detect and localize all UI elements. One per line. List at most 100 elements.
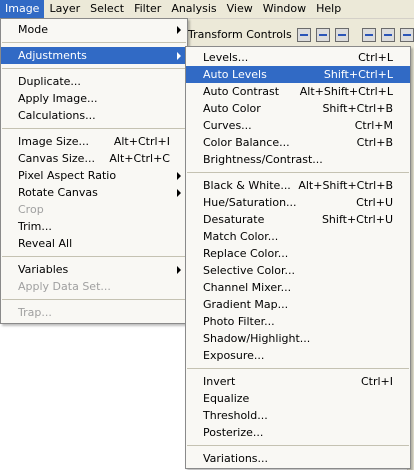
menubar-select[interactable]: Select bbox=[85, 0, 129, 18]
transform-controls-label[interactable]: Transform Controls bbox=[188, 28, 292, 41]
menubar-view[interactable]: View bbox=[222, 0, 258, 18]
menubar-filter[interactable]: Filter bbox=[129, 0, 166, 18]
menu-item-label: Equalize bbox=[203, 392, 250, 405]
menu-item-brightness-contrast[interactable]: Brightness/Contrast... bbox=[186, 151, 410, 168]
align-horizontal-center-icon[interactable] bbox=[381, 28, 395, 42]
menu-item-threshold[interactable]: Threshold... bbox=[186, 407, 410, 424]
submenu-arrow-icon bbox=[177, 52, 181, 60]
menu-item-label: Rotate Canvas bbox=[18, 186, 98, 199]
menu-separator bbox=[187, 445, 409, 446]
menu-item-photo-filter[interactable]: Photo Filter... bbox=[186, 313, 410, 330]
menu-item-label: Color Balance... bbox=[203, 136, 290, 149]
menu-separator bbox=[2, 299, 186, 300]
menubar-window[interactable]: Window bbox=[258, 0, 311, 18]
menu-item-auto-color[interactable]: Auto Color Shift+Ctrl+B bbox=[186, 100, 410, 117]
menu-item-trap: Trap... bbox=[1, 304, 187, 321]
menu-item-equalize[interactable]: Equalize bbox=[186, 390, 410, 407]
menu-item-label: Canvas Size... bbox=[18, 152, 95, 165]
menu-item-label: Image Size... bbox=[18, 135, 90, 148]
menu-item-pixel-aspect-ratio[interactable]: Pixel Aspect Ratio bbox=[1, 167, 187, 184]
menu-bar: Image Layer Select Filter Analysis View Window… bbox=[0, 0, 414, 19]
menu-item-label: Trap... bbox=[18, 306, 52, 319]
menu-item-hue-saturation[interactable]: Hue/Saturation... Ctrl+U bbox=[186, 194, 410, 211]
menu-item-label: Apply Data Set... bbox=[18, 280, 111, 293]
menu-item-desaturate[interactable]: Desaturate Shift+Ctrl+U bbox=[186, 211, 410, 228]
menu-item-apply-data-set: Apply Data Set... bbox=[1, 278, 187, 295]
menu-item-label: Reveal All bbox=[18, 237, 73, 250]
menu-item-label: Selective Color... bbox=[203, 264, 295, 277]
menu-item-exposure[interactable]: Exposure... bbox=[186, 347, 410, 364]
menu-item-variations[interactable]: Variations... bbox=[186, 450, 410, 467]
menu-item-label: Brightness/Contrast... bbox=[203, 153, 323, 166]
menu-item-mode[interactable]: Mode bbox=[1, 21, 187, 38]
menu-item-label: Desaturate bbox=[203, 213, 265, 226]
menu-item-label: Gradient Map... bbox=[203, 298, 289, 311]
menu-item-label: Variations... bbox=[203, 452, 269, 465]
menu-item-calculations[interactable]: Calculations... bbox=[1, 107, 187, 124]
menu-item-variables[interactable]: Variables bbox=[1, 261, 187, 278]
align-left-icon[interactable] bbox=[362, 28, 376, 42]
menu-item-trim[interactable]: Trim... bbox=[1, 218, 187, 235]
menubar-help[interactable]: Help bbox=[311, 0, 346, 18]
menu-item-shortcut: Shift+Ctrl+L bbox=[323, 68, 393, 81]
menu-item-invert[interactable]: Invert Ctrl+I bbox=[186, 373, 410, 390]
menu-item-color-balance[interactable]: Color Balance... Ctrl+B bbox=[186, 134, 410, 151]
menu-item-image-size[interactable]: Image Size... Alt+Ctrl+I bbox=[1, 133, 187, 150]
menu-item-rotate-canvas[interactable]: Rotate Canvas bbox=[1, 184, 187, 201]
menu-separator bbox=[2, 256, 186, 257]
menu-item-label: Variables bbox=[18, 263, 69, 276]
menu-item-shortcut: Ctrl+B bbox=[356, 136, 393, 149]
menu-item-canvas-size[interactable]: Canvas Size... Alt+Ctrl+C bbox=[1, 150, 187, 167]
menu-item-shortcut: Shift+Ctrl+U bbox=[321, 213, 393, 226]
menu-item-auto-contrast[interactable]: Auto Contrast Alt+Shift+Ctrl+L bbox=[186, 83, 410, 100]
menu-item-label: Auto Contrast bbox=[203, 85, 280, 98]
menu-item-posterize[interactable]: Posterize... bbox=[186, 424, 410, 441]
menubar-layer[interactable]: Layer bbox=[44, 0, 85, 18]
menu-item-adjustments[interactable]: Adjustments bbox=[1, 47, 187, 64]
adjustments-submenu: Levels... Ctrl+L Auto Levels Shift+Ctrl+L Au… bbox=[185, 46, 411, 469]
menu-item-shortcut: Ctrl+M bbox=[354, 119, 393, 132]
menu-item-shortcut: Ctrl+U bbox=[356, 196, 393, 209]
menu-item-label: Invert bbox=[203, 375, 236, 388]
menu-item-label: Levels... bbox=[203, 51, 249, 64]
menu-item-auto-levels[interactable]: Auto Levels Shift+Ctrl+L bbox=[186, 66, 410, 83]
menu-item-reveal-all[interactable]: Reveal All bbox=[1, 235, 187, 252]
submenu-arrow-icon bbox=[177, 266, 181, 274]
menu-separator bbox=[2, 68, 186, 69]
menu-separator bbox=[2, 128, 186, 129]
menu-item-channel-mixer[interactable]: Channel Mixer... bbox=[186, 279, 410, 296]
menu-item-label: Pixel Aspect Ratio bbox=[18, 169, 117, 182]
menu-item-label: Duplicate... bbox=[18, 75, 81, 88]
menu-item-duplicate[interactable]: Duplicate... bbox=[1, 73, 187, 90]
menu-item-curves[interactable]: Curves... Ctrl+M bbox=[186, 117, 410, 134]
menu-item-shortcut: Alt+Ctrl+I bbox=[113, 135, 170, 148]
menu-item-shortcut: Alt+Shift+Ctrl+L bbox=[299, 85, 393, 98]
menu-item-label: Replace Color... bbox=[203, 247, 289, 260]
menu-item-label: Mode bbox=[18, 23, 48, 36]
menu-item-shortcut: Alt+Shift+Ctrl+B bbox=[298, 179, 393, 192]
align-right-icon[interactable] bbox=[400, 28, 414, 42]
menu-separator bbox=[187, 172, 409, 173]
menu-item-replace-color[interactable]: Replace Color... bbox=[186, 245, 410, 262]
menubar-analysis[interactable]: Analysis bbox=[166, 0, 221, 18]
menu-item-apply-image[interactable]: Apply Image... bbox=[1, 90, 187, 107]
menu-item-shortcut: Alt+Ctrl+C bbox=[109, 152, 170, 165]
menubar-image[interactable]: Image bbox=[0, 0, 45, 18]
menu-item-label: Curves... bbox=[203, 119, 252, 132]
menu-item-gradient-map[interactable]: Gradient Map... bbox=[186, 296, 410, 313]
menu-separator bbox=[187, 368, 409, 369]
menu-item-shadow-highlight[interactable]: Shadow/Highlight... bbox=[186, 330, 410, 347]
submenu-arrow-icon bbox=[177, 26, 181, 34]
menu-item-label: Match Color... bbox=[203, 230, 279, 243]
menu-item-label: Auto Color bbox=[203, 102, 261, 115]
align-bottom-icon[interactable] bbox=[335, 28, 349, 42]
menu-item-black-white[interactable]: Black & White... Alt+Shift+Ctrl+B bbox=[186, 177, 410, 194]
menu-item-levels[interactable]: Levels... Ctrl+L bbox=[186, 49, 410, 66]
menu-item-shortcut: Ctrl+L bbox=[358, 51, 393, 64]
menu-item-shortcut: Ctrl+I bbox=[360, 375, 393, 388]
menu-item-selective-color[interactable]: Selective Color... bbox=[186, 262, 410, 279]
align-top-icon[interactable] bbox=[297, 28, 311, 42]
menu-item-match-color[interactable]: Match Color... bbox=[186, 228, 410, 245]
align-vertical-center-icon[interactable] bbox=[316, 28, 330, 42]
menu-item-crop: Crop bbox=[1, 201, 187, 218]
